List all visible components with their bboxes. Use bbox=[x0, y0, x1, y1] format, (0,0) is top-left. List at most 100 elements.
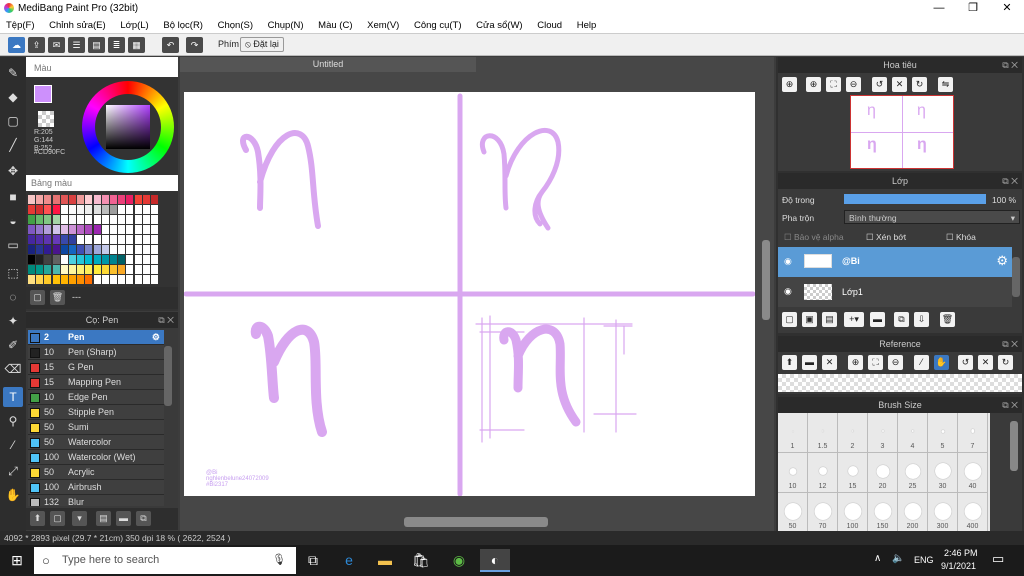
palette-swatch[interactable] bbox=[134, 225, 142, 234]
palette-swatch[interactable] bbox=[101, 215, 109, 224]
restore-button[interactable]: ❐ bbox=[956, 0, 990, 17]
palette-swatch[interactable] bbox=[101, 195, 109, 204]
palette-swatch[interactable] bbox=[69, 205, 76, 214]
palette-swatch[interactable] bbox=[85, 235, 93, 244]
move-tool-icon[interactable]: ✥ bbox=[3, 161, 23, 181]
palette-swatch[interactable] bbox=[44, 265, 52, 274]
menu-file[interactable]: Tệp(F) bbox=[0, 17, 41, 31]
palette-swatch[interactable] bbox=[93, 275, 101, 284]
palette-swatch[interactable] bbox=[142, 195, 150, 204]
brush-size-cell[interactable]: 25 bbox=[898, 453, 928, 493]
transparent-swatch[interactable] bbox=[38, 111, 54, 127]
brush-item[interactable]: 50 Sumi bbox=[28, 420, 164, 435]
palette-swatch[interactable] bbox=[44, 215, 52, 224]
palette-swatch[interactable] bbox=[134, 265, 142, 274]
palette-swatch[interactable] bbox=[93, 255, 101, 264]
ref-zoom-out-icon[interactable]: ⊖ bbox=[888, 355, 903, 370]
brush-size-scrollbar[interactable] bbox=[1010, 421, 1018, 471]
new-brush-icon[interactable]: ▢ bbox=[50, 511, 65, 526]
palette-swatch[interactable] bbox=[69, 215, 76, 224]
palette-swatch[interactable] bbox=[28, 225, 35, 234]
palette-swatch[interactable] bbox=[110, 255, 117, 264]
menu-edit[interactable]: Chỉnh sửa(E) bbox=[43, 17, 112, 31]
brush-tool-icon[interactable]: ✎ bbox=[3, 63, 23, 83]
brush-size-cell[interactable]: 200 bbox=[898, 493, 928, 531]
magic-wand-icon[interactable]: ✦ bbox=[3, 311, 23, 331]
palette-swatch[interactable] bbox=[118, 265, 126, 274]
palette-swatch[interactable] bbox=[93, 195, 101, 204]
brush-size-cell[interactable]: 150 bbox=[868, 493, 898, 531]
menu-view[interactable]: Xem(V) bbox=[361, 17, 405, 31]
line-tool-icon[interactable]: ╱ bbox=[3, 135, 23, 155]
brush-size-cell[interactable]: 4 bbox=[898, 413, 928, 453]
menu-help[interactable]: Help bbox=[571, 17, 603, 31]
palette-swatch[interactable] bbox=[142, 225, 150, 234]
palette-swatch[interactable] bbox=[69, 245, 76, 254]
new-bw-layer-icon[interactable]: ▤ bbox=[822, 312, 837, 327]
microphone-icon[interactable]: 🎙 bbox=[272, 547, 286, 574]
palette-swatch[interactable] bbox=[142, 265, 150, 274]
palette-swatch[interactable] bbox=[126, 265, 134, 274]
select-eraser-icon[interactable]: ⌫ bbox=[3, 359, 23, 379]
palette-grid[interactable] bbox=[28, 195, 160, 285]
protect-alpha-checkbox[interactable]: ☐ Bảo vệ alpha bbox=[784, 232, 844, 243]
palette-swatch[interactable] bbox=[126, 245, 134, 254]
palette-swatch[interactable] bbox=[69, 255, 76, 264]
store-icon[interactable]: 🛍 bbox=[406, 549, 436, 572]
menu-window[interactable]: Cửa sổ(W) bbox=[470, 17, 528, 31]
rotate-left-icon[interactable]: ↺ bbox=[872, 77, 887, 92]
palette-swatch[interactable] bbox=[151, 205, 158, 214]
palette-swatch[interactable] bbox=[101, 205, 109, 214]
close-button[interactable]: ✕ bbox=[990, 0, 1024, 17]
palette-swatch[interactable] bbox=[142, 245, 150, 254]
palette-swatch[interactable] bbox=[118, 235, 126, 244]
palette-swatch[interactable] bbox=[142, 255, 150, 264]
palette-swatch[interactable] bbox=[52, 255, 60, 264]
palette-swatch[interactable] bbox=[60, 225, 68, 234]
palette-swatch[interactable] bbox=[151, 255, 158, 264]
upload-reference-icon[interactable]: ⬆ bbox=[782, 355, 797, 370]
brush-size-cell[interactable]: 2 bbox=[838, 413, 868, 453]
rectangle-tool-icon[interactable]: ▢ bbox=[3, 111, 23, 131]
divide-tool-icon[interactable]: ⚲ bbox=[3, 411, 23, 431]
palette-swatch[interactable] bbox=[93, 215, 101, 224]
ref-fit-icon[interactable]: ⛶ bbox=[868, 355, 883, 370]
clock-time[interactable]: 2:46 PM bbox=[944, 548, 978, 558]
layer-folder-icon[interactable]: ▬ bbox=[870, 312, 885, 327]
palette-swatch[interactable] bbox=[126, 255, 134, 264]
new-palette-icon[interactable]: ▢ bbox=[30, 290, 45, 305]
palette-swatch[interactable] bbox=[36, 225, 44, 234]
palette-swatch[interactable] bbox=[52, 265, 60, 274]
palette-swatch[interactable] bbox=[110, 265, 117, 274]
task-view-icon[interactable]: ⧉ bbox=[298, 549, 328, 572]
palette-swatch[interactable] bbox=[110, 195, 117, 204]
ref-rotate-left-icon[interactable]: ↺ bbox=[958, 355, 973, 370]
palette-swatch[interactable] bbox=[60, 255, 68, 264]
ref-eyedropper-icon[interactable]: ⁄ bbox=[914, 355, 929, 370]
palette-swatch[interactable] bbox=[126, 195, 134, 204]
eraser-tool-icon[interactable]: ◆ bbox=[3, 87, 23, 107]
text-tool-icon[interactable]: T bbox=[3, 387, 23, 407]
palette-swatch[interactable] bbox=[28, 205, 35, 214]
brush-item[interactable]: 10 Pen (Sharp) bbox=[28, 345, 164, 360]
menu-cloud[interactable]: Cloud bbox=[531, 17, 568, 31]
palette-swatch[interactable] bbox=[134, 215, 142, 224]
palette-swatch[interactable] bbox=[77, 205, 85, 214]
palette-swatch[interactable] bbox=[101, 245, 109, 254]
duplicate-brush-icon[interactable]: ⧉ bbox=[136, 511, 151, 526]
palette-swatch[interactable] bbox=[52, 275, 60, 284]
brush-size-cell[interactable]: 70 bbox=[808, 493, 838, 531]
palette-swatch[interactable] bbox=[110, 205, 117, 214]
palette-swatch[interactable] bbox=[44, 235, 52, 244]
brush-item[interactable]: 100 Watercolor (Wet) bbox=[28, 450, 164, 465]
palette-swatch[interactable] bbox=[44, 205, 52, 214]
palette-swatch[interactable] bbox=[101, 225, 109, 234]
palette-swatch[interactable] bbox=[36, 255, 44, 264]
palette-swatch[interactable] bbox=[28, 195, 35, 204]
saturation-square[interactable] bbox=[106, 105, 150, 149]
zoom-in-small-icon[interactable]: ⊕ bbox=[806, 77, 821, 92]
brush-size-cell[interactable]: 400 bbox=[958, 493, 988, 531]
palette-swatch[interactable] bbox=[60, 265, 68, 274]
merge-layer-icon[interactable]: ⇩ bbox=[914, 312, 929, 327]
palette-swatch[interactable] bbox=[93, 225, 101, 234]
